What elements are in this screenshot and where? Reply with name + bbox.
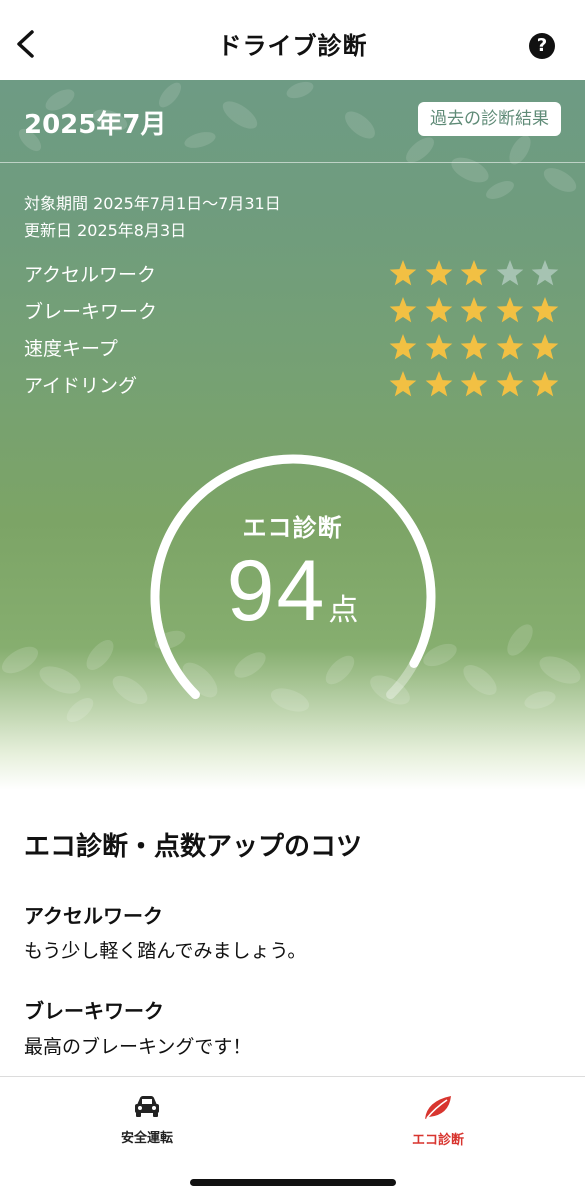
gauge-title: エコ診断	[242, 514, 343, 542]
star-filled-icon	[425, 334, 452, 360]
star-filled-icon	[531, 334, 559, 360]
star-empty-icon	[496, 260, 523, 286]
rating-row-idling: アイドリング	[24, 369, 560, 399]
star-filled-icon	[389, 371, 417, 397]
star-filled-icon	[496, 371, 523, 397]
rating-label: アイドリング	[24, 375, 138, 397]
tab-label: 安全運転	[120, 1131, 173, 1146]
leaf-icon	[425, 1096, 451, 1119]
updated-date-text: 更新日 2025年8月3日	[24, 221, 187, 240]
star-filled-icon	[460, 260, 488, 286]
star-filled-icon	[425, 297, 452, 323]
star-empty-icon	[531, 260, 559, 286]
tip-text: 最高のブレーキングです！	[24, 1036, 252, 1058]
score-value: 94	[226, 543, 327, 639]
star-filled-icon	[460, 334, 488, 360]
star-rating	[388, 332, 560, 362]
rating-row-accel: アクセルワーク	[24, 258, 560, 288]
rating-row-brake: ブレーキワーク	[24, 295, 560, 325]
star-filled-icon	[389, 260, 417, 286]
eco-hero-panel: 2025年7月 過去の診断結果 対象期間 2025年7月1日〜7月31日 更新日…	[0, 80, 585, 790]
rating-label: ブレーキワーク	[24, 301, 158, 323]
home-indicator	[190, 1179, 396, 1186]
score-display: 94点	[0, 542, 585, 641]
tab-label: エコ診断	[411, 1133, 464, 1148]
page-title: ドライブ診断	[217, 32, 368, 60]
star-filled-icon	[425, 260, 452, 286]
rating-label: アクセルワーク	[24, 264, 157, 286]
tip-heading: アクセルワーク	[24, 904, 163, 928]
car-icon	[135, 1096, 159, 1117]
star-rating	[388, 369, 560, 399]
star-rating	[388, 295, 560, 325]
tab-safe-driving[interactable]: 安全運転	[72, 1093, 222, 1146]
tip-heading: ブレーキワーク	[24, 999, 164, 1023]
rating-label: 速度キープ	[24, 338, 118, 360]
top-nav: ドライブ診断 ?	[0, 0, 585, 80]
star-filled-icon	[389, 297, 417, 323]
score-unit: 点	[328, 593, 359, 628]
star-filled-icon	[531, 297, 559, 323]
help-icon[interactable]: ?	[529, 33, 555, 59]
star-filled-icon	[425, 371, 452, 397]
rating-row-speed: 速度キープ	[24, 332, 560, 362]
tips-section-title: エコ診断・点数アップのコツ	[24, 832, 363, 862]
star-filled-icon	[496, 297, 523, 323]
tab-eco-diagnosis[interactable]: エコ診断	[363, 1093, 513, 1148]
past-results-button[interactable]: 過去の診断結果	[418, 102, 561, 136]
star-filled-icon	[460, 297, 488, 323]
tip-text: もう少し軽く踏んでみましょう。	[24, 940, 307, 962]
period-text: 対象期間 2025年7月1日〜7月31日	[24, 194, 281, 213]
star-filled-icon	[460, 371, 488, 397]
report-month: 2025年7月	[24, 110, 167, 140]
star-filled-icon	[531, 371, 559, 397]
star-filled-icon	[496, 334, 523, 360]
star-rating	[388, 258, 560, 288]
star-filled-icon	[389, 334, 417, 360]
hero-divider	[0, 162, 585, 163]
